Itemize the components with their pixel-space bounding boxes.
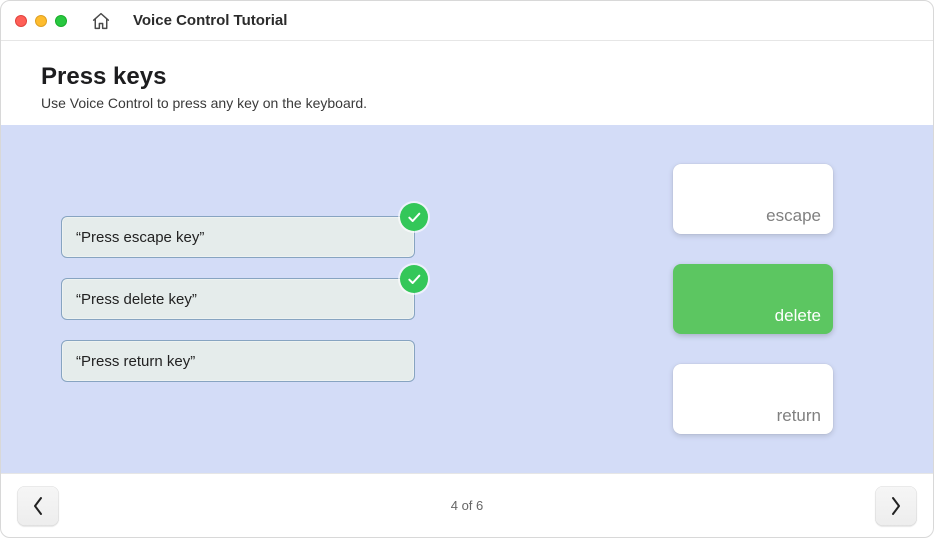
key-label: return — [777, 406, 821, 426]
key-escape: escape — [673, 164, 833, 234]
close-window-button[interactable] — [15, 15, 27, 27]
page-title: Press keys — [41, 63, 893, 91]
command-item[interactable]: “Press escape key” — [61, 216, 415, 258]
page-indicator: 4 of 6 — [451, 498, 484, 513]
prev-button[interactable] — [17, 486, 59, 526]
command-item[interactable]: “Press return key” — [61, 340, 415, 382]
command-text: “Press return key” — [76, 353, 195, 370]
titlebar: Voice Control Tutorial — [1, 1, 933, 41]
footer: 4 of 6 — [1, 473, 933, 537]
next-button[interactable] — [875, 486, 917, 526]
checkmark-icon — [400, 265, 428, 293]
key-return: return — [673, 364, 833, 434]
checkmark-icon — [400, 203, 428, 231]
command-text: “Press delete key” — [76, 291, 197, 308]
minimize-window-button[interactable] — [35, 15, 47, 27]
zoom-window-button[interactable] — [55, 15, 67, 27]
command-text: “Press escape key” — [76, 229, 204, 246]
key-label: delete — [775, 306, 821, 326]
page-subtitle: Use Voice Control to press any key on th… — [41, 95, 893, 111]
window-title: Voice Control Tutorial — [133, 12, 287, 29]
home-icon[interactable] — [91, 12, 111, 30]
command-list: “Press escape key” “Press delete key” “P… — [61, 216, 415, 382]
content-area: “Press escape key” “Press delete key” “P… — [1, 125, 933, 473]
command-item[interactable]: “Press delete key” — [61, 278, 415, 320]
key-list: escape delete return — [673, 164, 873, 434]
page-header: Press keys Use Voice Control to press an… — [1, 41, 933, 125]
key-delete: delete — [673, 264, 833, 334]
window-controls — [15, 15, 67, 27]
key-label: escape — [766, 206, 821, 226]
